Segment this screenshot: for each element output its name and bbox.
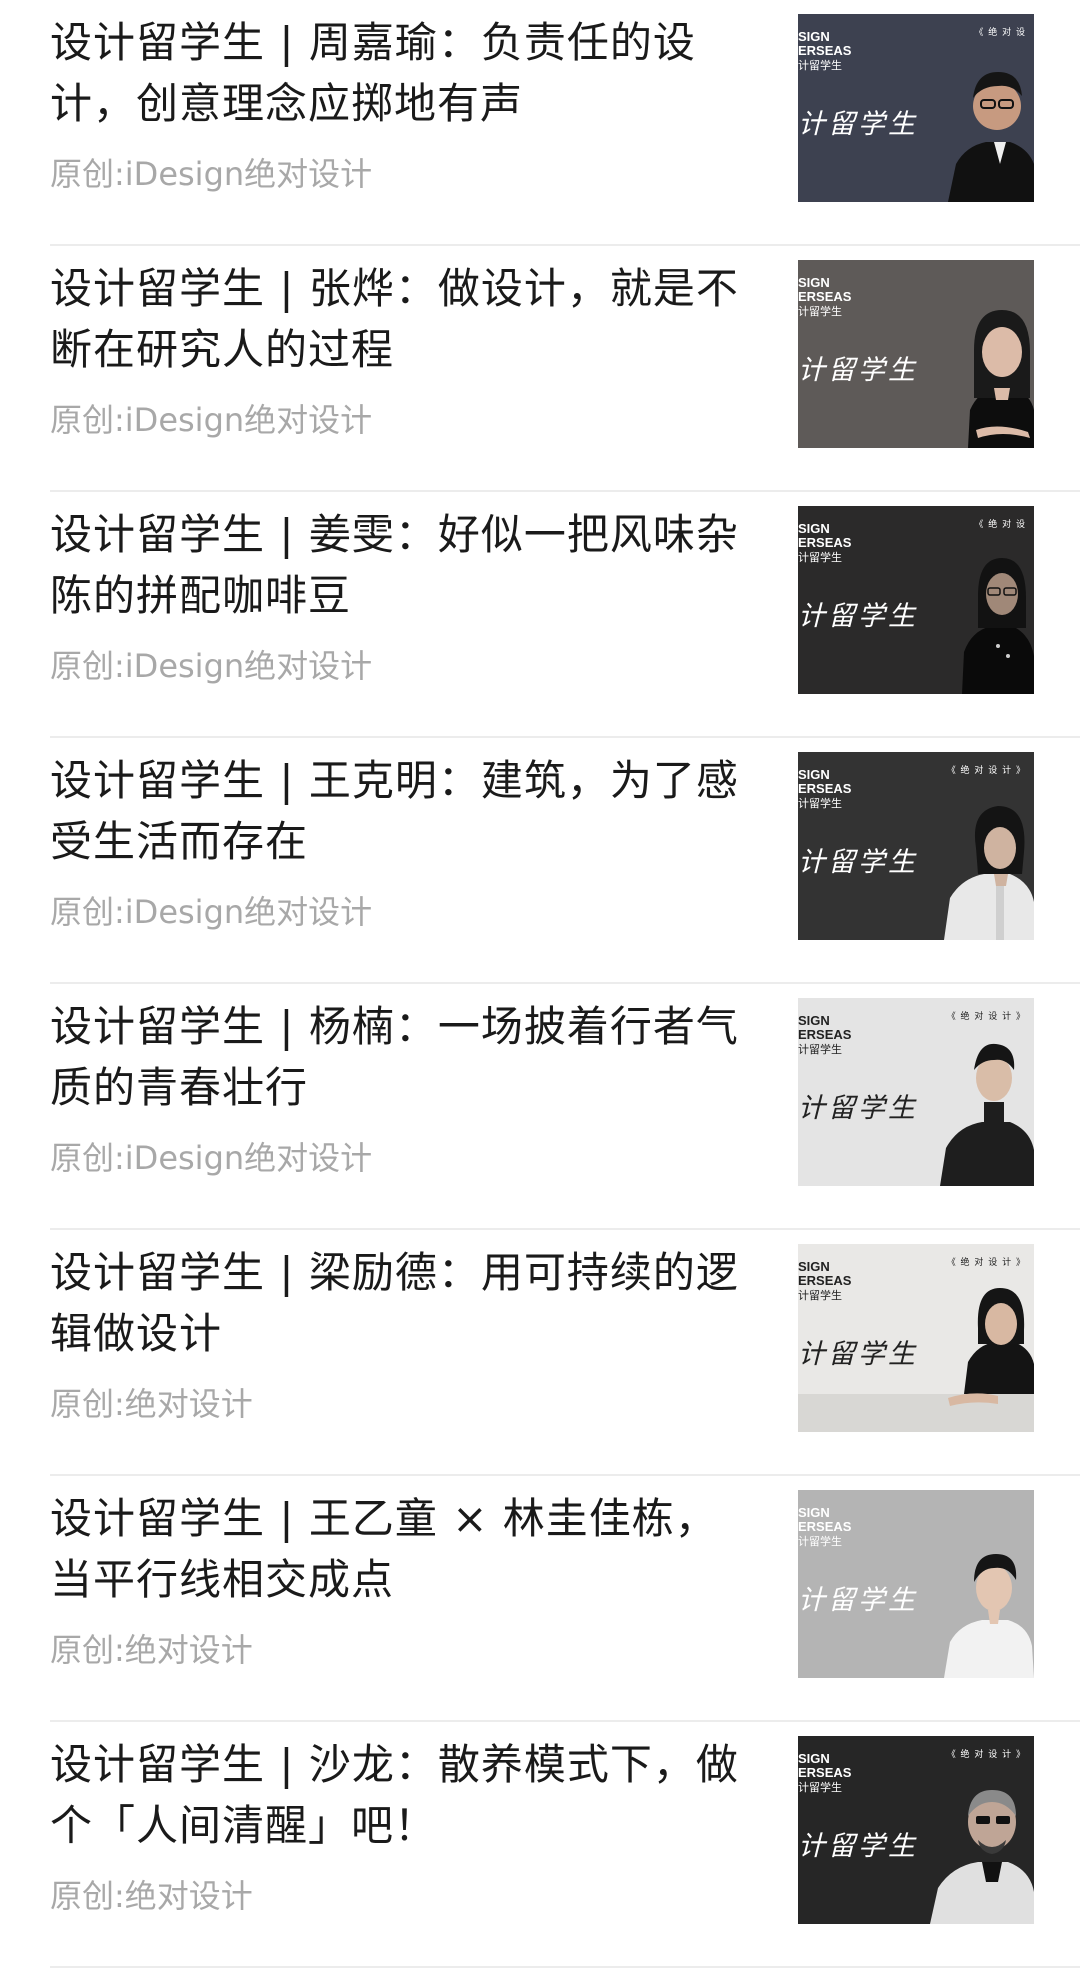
article-title[interactable]: 设计留学生 | 杨楠：一场披着行者气质的青春壮行 <box>50 996 745 1118</box>
thumbnail-title-en: SIGN ERSEAS <box>798 1751 852 1780</box>
thumbnail-title-en: SIGN ERSEAS <box>798 767 852 796</box>
thumbnail-title-cn: 计留学生 <box>798 551 842 564</box>
article-item[interactable]: 设计留学生 | 梁励德：用可持续的逻辑做设计 原创:绝对设计 SIGN ERSE… <box>0 1230 1080 1476</box>
thumbnail-brand: 《 绝 对 设 计 》 <box>946 1258 1026 1268</box>
thumbnail-brand: 《 绝 对 设 计 》 <box>946 1012 1026 1022</box>
article-title[interactable]: 设计留学生 | 王乙童 × 林圭佳栋，当平行线相交成点 <box>50 1488 745 1610</box>
article-thumbnail[interactable]: SIGN ERSEAS 计留学生 《 绝 对 设 计 》 计留学生 <box>798 752 1034 940</box>
article-source: 原创:iDesign绝对设计 <box>50 401 373 439</box>
article-thumbnail[interactable]: SIGN ERSEAS 计留学生 《 绝 对 设 计留学生 <box>798 506 1034 694</box>
thumbnail-title-cn: 计留学生 <box>798 59 842 72</box>
thumbnail-title-en: SIGN ERSEAS <box>798 1259 852 1288</box>
thumbnail-title-cn: 计留学生 <box>798 1289 842 1302</box>
thumbnail-title-cn: 计留学生 <box>798 1781 842 1794</box>
thumbnail-calligraphy: 计留学生 <box>798 601 918 632</box>
article-thumbnail[interactable]: SIGN ERSEAS 计留学生 《 绝 对 设 计 》 计留学生 <box>798 998 1034 1186</box>
thumbnail-title-en: SIGN ERSEAS <box>798 275 852 304</box>
article-thumbnail[interactable]: SIGN ERSEAS 计留学生 《 绝 对 设 计留学生 <box>798 14 1034 202</box>
thumbnail-title-en: SIGN ERSEAS <box>798 1505 852 1534</box>
thumbnail-calligraphy: 计留学生 <box>798 1831 918 1862</box>
thumbnail-calligraphy: 计留学生 <box>798 1585 918 1616</box>
article-source: 原创:绝对设计 <box>50 1631 253 1669</box>
thumbnail-title-cn: 计留学生 <box>798 1043 842 1056</box>
thumbnail-brand: 《 绝 对 设 <box>974 520 1026 530</box>
article-item[interactable]: 设计留学生 | 沙龙：散养模式下，做个「人间清醒」吧！ 原创:绝对设计 SIGN… <box>0 1722 1080 1968</box>
thumbnail-title-cn: 计留学生 <box>798 305 842 318</box>
article-title[interactable]: 设计留学生 | 沙龙：散养模式下，做个「人间清醒」吧！ <box>50 1734 745 1856</box>
article-item[interactable]: 设计留学生 | 王乙童 × 林圭佳栋，当平行线相交成点 原创:绝对设计 SIGN… <box>0 1476 1080 1722</box>
article-title[interactable]: 设计留学生 | 周嘉瑜：负责任的设计，创意理念应掷地有声 <box>50 12 745 134</box>
article-title[interactable]: 设计留学生 | 梁励德：用可持续的逻辑做设计 <box>50 1242 745 1364</box>
article-item[interactable]: 设计留学生 | 杨楠：一场披着行者气质的青春壮行 原创:iDesign绝对设计 … <box>0 984 1080 1230</box>
thumbnail-calligraphy: 计留学生 <box>798 109 918 140</box>
article-source: 原创:绝对设计 <box>50 1385 253 1423</box>
thumbnail-calligraphy: 计留学生 <box>798 355 918 386</box>
article-item[interactable]: 设计留学生 | 周嘉瑜：负责任的设计，创意理念应掷地有声 原创:iDesign绝… <box>0 0 1080 246</box>
thumbnail-calligraphy: 计留学生 <box>798 847 918 878</box>
article-thumbnail[interactable]: SIGN ERSEAS 计留学生 计留学生 <box>798 260 1034 448</box>
thumbnail-calligraphy: 计留学生 <box>798 1093 918 1124</box>
article-source: 原创:iDesign绝对设计 <box>50 1139 373 1177</box>
article-title[interactable]: 设计留学生 | 姜雯：好似一把风味杂陈的拼配咖啡豆 <box>50 504 745 626</box>
thumbnail-title-en: SIGN ERSEAS <box>798 521 852 550</box>
article-title[interactable]: 设计留学生 | 张烨：做设计，就是不断在研究人的过程 <box>50 258 745 380</box>
article-thumbnail[interactable]: SIGN ERSEAS 计留学生 《 绝 对 设 计 》 计留学生 <box>798 1244 1034 1432</box>
article-thumbnail[interactable]: SIGN ERSEAS 计留学生 《 绝 对 设 计 》 计留学生 <box>798 1736 1034 1924</box>
article-source: 原创:绝对设计 <box>50 1877 253 1915</box>
thumbnail-brand: 《 绝 对 设 <box>974 28 1026 38</box>
thumbnail-brand: 《 绝 对 设 计 》 <box>946 766 1026 776</box>
article-item[interactable]: 设计留学生 | 张烨：做设计，就是不断在研究人的过程 原创:iDesign绝对设… <box>0 246 1080 492</box>
article-list: 设计留学生 | 周嘉瑜：负责任的设计，创意理念应掷地有声 原创:iDesign绝… <box>0 0 1080 1968</box>
thumbnail-title-en: SIGN ERSEAS <box>798 29 852 58</box>
article-thumbnail[interactable]: SIGN ERSEAS 计留学生 计留学生 <box>798 1490 1034 1678</box>
thumbnail-title-en: SIGN ERSEAS <box>798 1013 852 1042</box>
article-title[interactable]: 设计留学生 | 王克明：建筑，为了感受生活而存在 <box>50 750 745 872</box>
thumbnail-title-cn: 计留学生 <box>798 797 842 810</box>
thumbnail-title-cn: 计留学生 <box>798 1535 842 1548</box>
article-source: 原创:iDesign绝对设计 <box>50 155 373 193</box>
thumbnail-calligraphy: 计留学生 <box>798 1339 918 1370</box>
thumbnail-brand: 《 绝 对 设 计 》 <box>946 1750 1026 1760</box>
article-item[interactable]: 设计留学生 | 王克明：建筑，为了感受生活而存在 原创:iDesign绝对设计 … <box>0 738 1080 984</box>
article-source: 原创:iDesign绝对设计 <box>50 647 373 685</box>
article-item[interactable]: 设计留学生 | 姜雯：好似一把风味杂陈的拼配咖啡豆 原创:iDesign绝对设计… <box>0 492 1080 738</box>
article-source: 原创:iDesign绝对设计 <box>50 893 373 931</box>
